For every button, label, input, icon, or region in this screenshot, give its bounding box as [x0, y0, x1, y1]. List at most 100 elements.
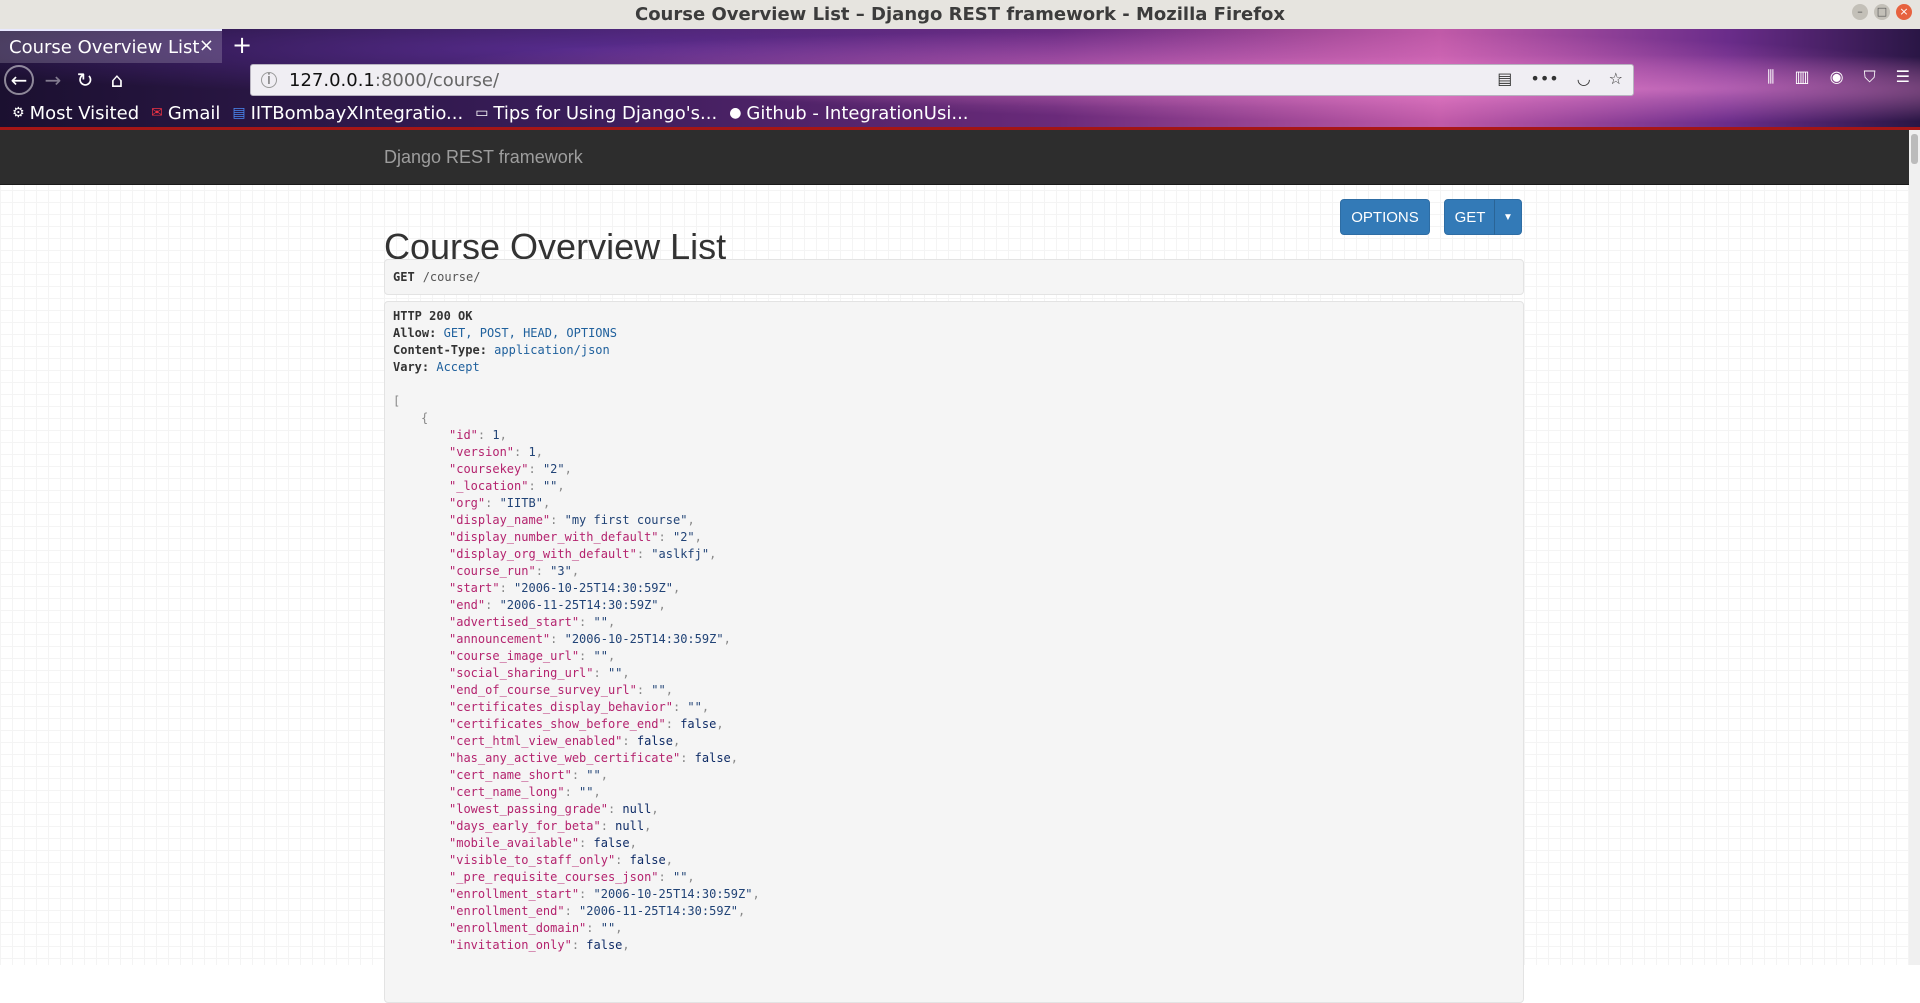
json-value: "my first course" [564, 513, 688, 527]
home-icon[interactable]: ⌂ [102, 65, 132, 95]
forward-icon[interactable]: → [38, 65, 68, 95]
gear-icon: ⚙ [12, 105, 25, 121]
json-field: "end_of_course_survey_url": "", [449, 683, 673, 697]
get-format-dropdown[interactable]: ▼ [1494, 199, 1522, 235]
json-value: "2006-10-25T14:30:59Z" [593, 887, 753, 901]
json-value: "" [542, 479, 558, 493]
new-tab-icon[interactable]: + [232, 31, 252, 59]
json-field: "enrollment_end": "2006-11-25T14:30:59Z"… [449, 904, 746, 918]
options-button[interactable]: OPTIONS [1340, 199, 1430, 235]
tab-active[interactable]: Course Overview List × [0, 29, 222, 63]
request-path: /course/ [422, 270, 481, 284]
reader-view-icon[interactable]: ▤ [1497, 69, 1512, 88]
json-key: "mobile_available" [449, 836, 580, 850]
json-value: null [622, 802, 652, 816]
scrollbar-thumb[interactable] [1911, 134, 1918, 164]
get-button[interactable]: GET [1444, 199, 1496, 235]
json-field: "course_run": "3", [449, 564, 580, 578]
bookmark-github[interactable]: ● Github - IntegrationUsi... [729, 103, 968, 124]
json-key: "certificates_show_before_end" [449, 717, 666, 731]
brand-link[interactable]: Django REST framework [384, 147, 583, 168]
bookmark-star-icon[interactable]: ☆ [1609, 69, 1623, 88]
json-field: "display_org_with_default": "aslkfj", [449, 547, 717, 561]
sidebar-icon[interactable]: ▥ [1795, 67, 1810, 87]
shield-icon[interactable]: ⛉ [1864, 67, 1876, 87]
drf-navbar: Django REST framework [0, 130, 1909, 185]
bookmark-iitbombay[interactable]: ▤ IITBombayXIntegratio... [232, 103, 463, 124]
url-path: :8000/course/ [374, 69, 500, 91]
json-key: "certificates_display_behavior" [449, 700, 673, 714]
github-icon: ● [729, 105, 742, 121]
reload-icon[interactable]: ↻ [70, 65, 100, 95]
json-field: "display_name": "my first course", [449, 513, 695, 527]
json-key: "advertised_start" [449, 615, 580, 629]
back-icon[interactable]: ← [4, 65, 34, 95]
site-info-icon[interactable]: i [261, 72, 277, 88]
bookmark-label: Tips for Using Django's... [493, 102, 718, 124]
json-value: "" [600, 921, 616, 935]
json-value: "" [586, 768, 601, 782]
page-actions-icon[interactable]: ••• [1530, 69, 1558, 88]
bookmark-most-visited[interactable]: ⚙ Most Visited [12, 103, 139, 124]
bookmarks-toolbar: ⚙ Most Visited ✉ Gmail ▤ IITBombayXInteg… [0, 99, 1920, 127]
account-icon[interactable]: ◉ [1830, 67, 1844, 87]
pocket-icon[interactable]: ◡ [1577, 69, 1591, 88]
json-key: "cert_html_view_enabled" [449, 734, 623, 748]
minimize-icon[interactable]: – [1852, 4, 1868, 20]
json-key: "cert_name_short" [449, 768, 572, 782]
request-info: GET /course/ [384, 259, 1524, 295]
json-key: "course_run" [449, 564, 536, 578]
bookmark-gmail[interactable]: ✉ Gmail [151, 103, 220, 124]
json-field: "_location": "", [449, 479, 565, 493]
page-icon: ▭ [475, 105, 489, 121]
library-icon[interactable]: ⫼ [1767, 67, 1774, 87]
json-field: "certificates_show_before_end": false, [449, 717, 724, 731]
json-value: "aslkfj" [651, 547, 710, 561]
json-field: "enrollment_start": "2006-10-25T14:30:59… [449, 887, 760, 901]
json-key: "days_early_for_beta" [449, 819, 601, 833]
json-value: false [680, 717, 717, 731]
json-value: "" [593, 649, 608, 663]
json-value: "" [607, 666, 623, 680]
json-value: null [615, 819, 645, 833]
page-scrollbar[interactable] [1909, 130, 1920, 965]
json-key: "social_sharing_url" [449, 666, 594, 680]
json-field: "enrollment_domain": "", [449, 921, 623, 935]
toolbar-right: ⫼ ▥ ◉ ⛉ ☰ [1767, 67, 1910, 87]
json-field: "mobile_available": false, [449, 836, 637, 850]
json-field: "cert_html_view_enabled": false, [449, 734, 681, 748]
bookmark-label: Most Visited [29, 102, 140, 124]
json-value: false [694, 751, 731, 765]
close-window-icon[interactable]: × [1896, 4, 1912, 20]
json-value: "2006-11-25T14:30:59Z" [499, 598, 659, 612]
json-key: "id" [449, 428, 478, 442]
json-value: "2" [672, 530, 695, 544]
json-key: "start" [449, 581, 500, 595]
json-field: "end": "2006-11-25T14:30:59Z", [449, 598, 666, 612]
tab-close-icon[interactable]: × [199, 35, 214, 56]
json-value: false [629, 853, 666, 867]
json-key: "lowest_passing_grade" [449, 802, 608, 816]
json-field: "advertised_start": "", [449, 615, 616, 629]
response-header: Content-Type: application/json [393, 343, 610, 357]
url-bar[interactable]: i 127.0.0.1:8000/course/ ▤ ••• ◡ ☆ [250, 64, 1634, 96]
json-key: "enrollment_start" [449, 887, 580, 901]
json-value: "" [687, 700, 702, 714]
json-value: "2006-10-25T14:30:59Z" [514, 581, 673, 595]
maximize-icon[interactable]: □ [1874, 4, 1890, 20]
url-host: 127.0.0.1 [289, 69, 375, 91]
caret-down-icon: ▼ [1503, 211, 1513, 223]
response-header: Allow: GET, POST, HEAD, OPTIONS [393, 326, 617, 340]
json-key: "has_any_active_web_certificate" [449, 751, 681, 765]
bookmark-django-tips[interactable]: ▭ Tips for Using Django's... [475, 103, 717, 124]
json-field: "visible_to_staff_only": false, [449, 853, 673, 867]
json-field: "has_any_active_web_certificate": false, [449, 751, 738, 765]
menu-icon[interactable]: ☰ [1896, 67, 1910, 87]
json-value: 1 [492, 428, 500, 442]
bookmark-label: Gmail [167, 102, 221, 124]
json-value: "3" [550, 564, 572, 578]
json-key: "_pre_requisite_courses_json" [449, 870, 659, 884]
json-field: "_pre_requisite_courses_json": "", [449, 870, 695, 884]
json-value: false [586, 938, 623, 952]
json-value: "" [651, 683, 666, 697]
